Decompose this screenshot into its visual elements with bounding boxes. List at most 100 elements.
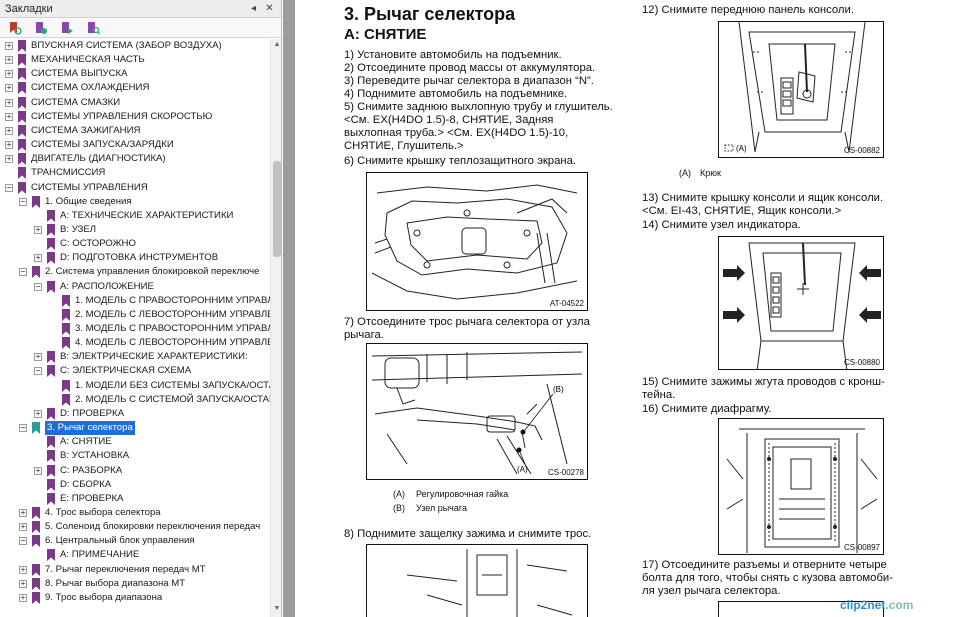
scrollbar-thumb[interactable]	[273, 161, 281, 257]
bookmark-icon	[18, 124, 26, 137]
bookmark-item[interactable]: +7. Рычаг переключения передач МТ	[0, 563, 270, 577]
expand-icon[interactable]: +	[34, 254, 42, 263]
bookmarks-scrollbar[interactable]: ▲ ▼	[270, 39, 281, 617]
bookmark-icon	[18, 40, 26, 52]
bookmark-item[interactable]: − СИСТЕМЫ УПРАВЛЕНИЯ	[0, 181, 270, 195]
expand-icon[interactable]: +	[34, 225, 42, 234]
expand-icon[interactable]: +	[19, 508, 27, 517]
collapse-icon[interactable]: −	[19, 424, 27, 433]
bookmark-item[interactable]: + МЕХАНИЧЕСКАЯ ЧАСТЬ	[0, 53, 270, 67]
expand-icon[interactable]: +	[34, 353, 42, 362]
new-bookmark-icon[interactable]	[34, 21, 48, 35]
collapse-panel-icon[interactable]: ◂	[247, 2, 260, 15]
bookmark-item[interactable]: − 1. Общие сведения	[0, 195, 270, 209]
bookmark-label: 9. Трос выбора диапазона	[45, 591, 163, 603]
bookmark-label: B: ЭЛЕКТРИЧЕСКИЕ ХАРАКТЕРИСТИКИ:	[60, 351, 248, 363]
bookmark-item[interactable]: − C: ЭЛЕКТРИЧЕСКАЯ СХЕМА	[0, 364, 270, 378]
bookmark-item[interactable]: 1. МОДЕЛЬ С ПРАВОСТОРОННИМ УПРАВЛЕ	[0, 294, 270, 308]
step-17-line1: 17) Отсоедините разъемы и отверните четы…	[642, 559, 887, 571]
expand-icon[interactable]: +	[34, 466, 42, 475]
bookmark-icon	[62, 379, 70, 392]
bookmark-item[interactable]: + ВПУСКНАЯ СИСТЕМА (ЗАБОР ВОЗДУХА)	[0, 39, 270, 53]
bookmark-item[interactable]: +5. Соленоид блокировки переключения пер…	[0, 520, 270, 534]
figure-diaphragm: CS-00897	[718, 418, 884, 555]
fig3-inline-a: (A)	[736, 144, 747, 153]
expand-icon[interactable]: +	[19, 593, 27, 602]
bookmark-item[interactable]: − A: РАСПОЛОЖЕНИЕ	[0, 280, 270, 294]
close-panel-icon[interactable]: ✕	[263, 2, 276, 15]
bookmark-item[interactable]: + D: ПРОВЕРКА	[0, 407, 270, 421]
bookmark-icon	[47, 351, 55, 364]
bookmark-item[interactable]: − 3. Рычаг селектора	[0, 421, 270, 436]
expand-icon[interactable]: +	[5, 141, 13, 150]
expand-icon[interactable]: +	[34, 409, 42, 418]
step-text-line: выхлопная труба.> <См. EX(H4DO 1.5)-10,	[344, 127, 569, 139]
bookmark-item[interactable]: E: ПРОВЕРКА	[0, 492, 270, 506]
bookmark-icon	[62, 393, 70, 406]
document-viewer[interactable]: 3. Рычаг селектора A: СНЯТИЕ AT-04522 7)…	[283, 0, 960, 617]
expand-icon[interactable]: +	[5, 155, 13, 164]
expand-icon[interactable]: +	[5, 42, 13, 50]
expand-icon[interactable]: +	[5, 70, 13, 79]
bookmark-item[interactable]: D: СБОРКА	[0, 478, 270, 492]
bookmark-item[interactable]: − 6. Центральный блок управления	[0, 534, 270, 548]
bookmark-item[interactable]: + B: УЗЕЛ	[0, 223, 270, 237]
bookmark-item[interactable]: + D: ПОДГОТОВКА ИНСТРУМЕНТОВ	[0, 251, 270, 265]
bookmark-item[interactable]: 1. МОДЕЛИ БЕЗ СИСТЕМЫ ЗАПУСКА/ОСТАН	[0, 379, 270, 393]
step-12: 12) Снимите переднюю панель консоли.	[642, 4, 854, 16]
bookmark-item[interactable]: + СИСТЕМА ЗАЖИГАНИЯ	[0, 124, 270, 138]
step-text-line: 3) Переведите рычаг селектора в диапазон…	[344, 75, 594, 87]
scroll-down-icon[interactable]: ▼	[273, 605, 281, 613]
bookmark-options-icon[interactable]	[8, 21, 22, 35]
watermark-suffix: .com	[885, 598, 914, 612]
step-16: 16) Снимите диафрагму.	[642, 403, 772, 415]
bookmark-item[interactable]: + ДВИГАТЕЛЬ (ДИАГНОСТИКА)	[0, 152, 270, 166]
bookmark-label: 2. МОДЕЛЬ С ЛЕВОСТОРОННИМ УПРАВЛЕН	[75, 308, 270, 320]
collapse-icon[interactable]: −	[19, 537, 27, 546]
collapse-icon[interactable]: −	[19, 268, 27, 277]
bookmark-item[interactable]: 4. МОДЕЛЬ С ЛЕВОСТОРОННИМ УПРАВЛЕН	[0, 336, 270, 350]
bookmark-item[interactable]: + B: ЭЛЕКТРИЧЕСКИЕ ХАРАКТЕРИСТИКИ:	[0, 350, 270, 364]
expand-icon[interactable]: +	[5, 126, 13, 135]
bookmark-item[interactable]: 3. МОДЕЛЬ С ПРАВОСТОРОННИМ УПРАВЛЕ	[0, 322, 270, 336]
expand-icon[interactable]: +	[5, 84, 13, 93]
bookmark-item[interactable]: 2. МОДЕЛЬ С ЛЕВОСТОРОННИМ УПРАВЛЕН	[0, 308, 270, 322]
bookmark-item[interactable]: + СИСТЕМА ОХЛАЖДЕНИЯ	[0, 81, 270, 95]
bookmark-item[interactable]: ТРАНСМИССИЯ	[0, 166, 270, 180]
bookmark-item[interactable]: − 2. Система управления блокировкой перек…	[0, 265, 270, 279]
expand-bookmark-icon[interactable]	[60, 21, 74, 35]
bookmark-item[interactable]: A: СНЯТИЕ	[0, 435, 270, 449]
bookmark-item[interactable]: + СИСТЕМЫ УПРАВЛЕНИЯ СКОРОСТЬЮ	[0, 110, 270, 124]
scroll-up-icon[interactable]: ▲	[273, 41, 281, 49]
bookmark-item[interactable]: B: УСТАНОВКА	[0, 449, 270, 463]
bookmark-item[interactable]: A: ТЕХНИЧЕСКИЕ ХАРАКТЕРИСТИКИ	[0, 209, 270, 223]
bookmark-item[interactable]: A: ПРИМЕЧАНИЕ	[0, 548, 270, 562]
bookmark-item[interactable]: +8. Рычаг выбора диапазона МТ	[0, 577, 270, 591]
bookmark-icon	[32, 195, 40, 208]
collapse-icon[interactable]: −	[34, 282, 42, 291]
bookmark-item[interactable]: + C: РАЗБОРКА	[0, 464, 270, 478]
bookmark-item[interactable]: + СИСТЕМА ВЫПУСКА	[0, 67, 270, 81]
bookmark-item[interactable]: +4. Трос выбора селектора	[0, 506, 270, 520]
expand-icon[interactable]: +	[5, 98, 13, 107]
collapse-icon[interactable]: −	[5, 183, 13, 192]
expand-icon[interactable]: +	[19, 523, 27, 532]
bookmark-icon	[47, 492, 55, 505]
bookmarks-panel-title: Закладки	[5, 3, 53, 15]
bookmark-icon	[18, 139, 26, 152]
bookmark-item[interactable]: 2. МОДЕЛЬ С СИСТЕМОЙ ЗАПУСКА/ОСТАН	[0, 393, 270, 407]
bookmark-icon	[62, 308, 70, 321]
bookmark-item[interactable]: + СИСТЕМЫ ЗАПУСКА/ЗАРЯДКИ	[0, 138, 270, 152]
collapse-icon[interactable]: −	[19, 197, 27, 206]
bookmark-item[interactable]: +9. Трос выбора диапазона	[0, 591, 270, 605]
find-bookmark-icon[interactable]	[86, 21, 100, 35]
expand-icon[interactable]: +	[19, 579, 27, 588]
bookmark-icon	[18, 153, 26, 166]
expand-icon[interactable]: +	[5, 112, 13, 121]
bookmark-item[interactable]: C: ОСТОРОЖНО	[0, 237, 270, 251]
expand-icon[interactable]: +	[5, 56, 13, 65]
expand-icon[interactable]: +	[19, 565, 27, 574]
collapse-icon[interactable]: −	[34, 367, 42, 376]
bookmark-icon	[32, 506, 40, 519]
bookmark-item[interactable]: + СИСТЕМА СМАЗКИ	[0, 96, 270, 110]
